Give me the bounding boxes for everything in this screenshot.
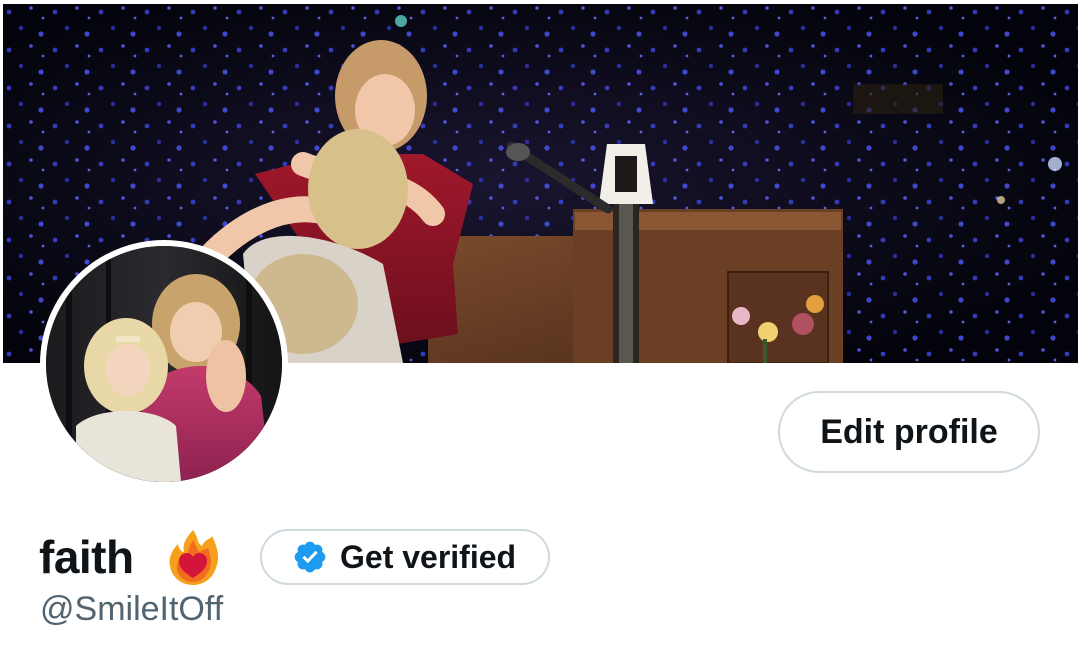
verified-badge-icon bbox=[294, 541, 326, 573]
edit-profile-button[interactable]: Edit profile bbox=[778, 391, 1040, 473]
display-name: faith bbox=[39, 531, 134, 583]
get-verified-label: Get verified bbox=[340, 538, 517, 575]
user-handle: @SmileItOff bbox=[40, 590, 224, 628]
get-verified-button[interactable]: Get verified bbox=[260, 529, 550, 585]
avatar-photo bbox=[46, 246, 282, 482]
heart-on-fire-icon bbox=[169, 530, 219, 585]
profile-avatar[interactable] bbox=[40, 240, 288, 488]
